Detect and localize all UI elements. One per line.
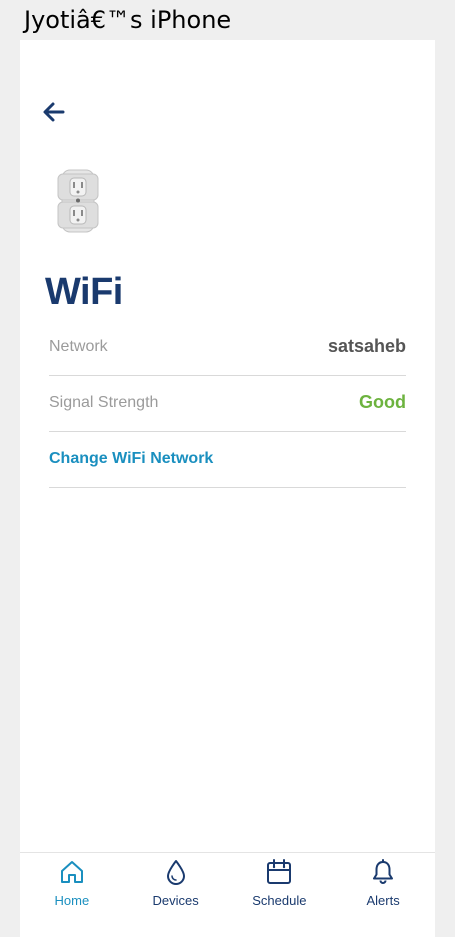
window-title: Jyotiâ€™s iPhone xyxy=(24,6,232,34)
nav-label-alerts: Alerts xyxy=(366,893,400,908)
change-wifi-row[interactable]: Change WiFi Network xyxy=(49,432,406,488)
network-row: Network satsaheb xyxy=(49,320,406,376)
network-label: Network xyxy=(49,338,108,355)
water-drop-icon xyxy=(166,860,185,885)
arrow-left-icon xyxy=(43,102,65,122)
page-title: WiFi xyxy=(45,271,123,313)
device-image xyxy=(56,168,100,234)
bottom-nav: Home Devices Schedule Alerts xyxy=(20,852,435,937)
nav-item-schedule[interactable]: Schedule xyxy=(228,853,332,937)
nav-label-home: Home xyxy=(54,893,90,908)
outlet-device-icon xyxy=(57,169,99,233)
signal-strength-label: Signal Strength xyxy=(49,394,159,411)
nav-label-schedule: Schedule xyxy=(252,893,307,908)
bell-icon xyxy=(373,859,394,884)
nav-item-alerts[interactable]: Alerts xyxy=(331,853,435,937)
signal-strength-value: Good xyxy=(359,392,406,412)
signal-strength-row: Signal Strength Good xyxy=(49,376,406,432)
nav-label-devices: Devices xyxy=(152,893,199,908)
change-wifi-network-link[interactable]: Change WiFi Network xyxy=(49,450,213,468)
home-icon xyxy=(60,861,83,883)
network-value: satsaheb xyxy=(327,336,406,356)
nav-item-home[interactable]: Home xyxy=(20,853,124,937)
nav-item-devices[interactable]: Devices xyxy=(124,853,228,937)
calendar-icon xyxy=(267,859,292,884)
wifi-info-list: Network satsaheb Signal Strength Good Ch… xyxy=(49,320,406,488)
app-screen: WiFi Network satsaheb Signal Strength Go… xyxy=(20,40,435,937)
back-button[interactable] xyxy=(40,98,68,126)
